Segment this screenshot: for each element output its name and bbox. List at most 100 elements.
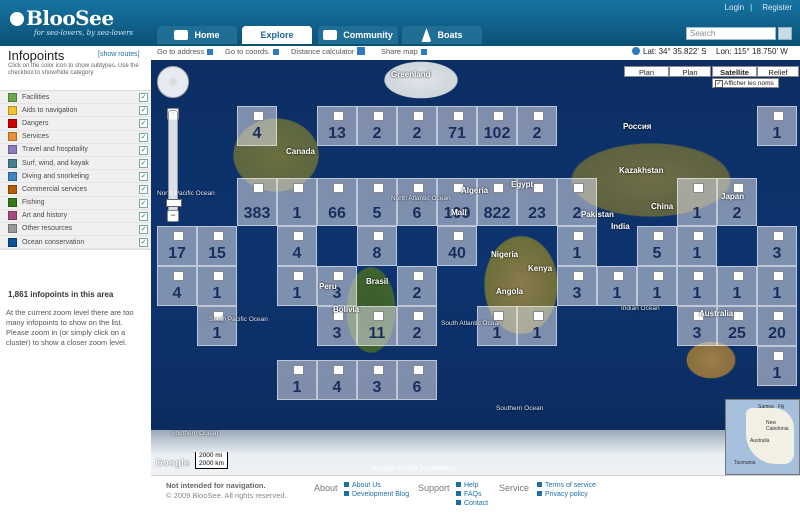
infopoint-cluster[interactable]: 4 xyxy=(277,226,317,266)
category-checkbox[interactable]: ✓ xyxy=(139,185,148,195)
infopoint-cluster[interactable]: 1 xyxy=(757,266,797,306)
show-routes-link[interactable]: [show routes] xyxy=(98,51,140,58)
category-row[interactable]: Dangers ✓ xyxy=(0,117,151,131)
overview-map[interactable]: Samoa Fiji New Caledonia Australia Tasma… xyxy=(725,399,800,475)
category-checkbox[interactable]: ✓ xyxy=(139,132,148,142)
category-color-icon[interactable] xyxy=(8,184,17,194)
category-row[interactable]: Other resources ✓ xyxy=(0,223,151,237)
help-link[interactable]: Help xyxy=(456,482,478,489)
infopoint-cluster[interactable]: 1 xyxy=(677,226,717,266)
infopoint-cluster[interactable]: 1 xyxy=(277,360,317,400)
search-input[interactable]: Search xyxy=(686,27,776,40)
category-checkbox[interactable]: ✓ xyxy=(139,172,148,182)
category-row[interactable]: Commercial services ✓ xyxy=(0,183,151,197)
infopoint-cluster[interactable]: 5 xyxy=(637,226,677,266)
register-link[interactable]: Register xyxy=(762,3,792,12)
category-color-icon[interactable] xyxy=(8,132,17,142)
world-map[interactable]: 4 13 2 2 71 102 2 1 383 1 66 5 6 109 822 23 2 1 2 17 15 4 8 40 1… xyxy=(151,60,800,475)
infopoint-cluster[interactable]: 17 xyxy=(157,226,197,266)
infopoint-cluster[interactable]: 4 xyxy=(157,266,197,306)
category-checkbox[interactable]: ✓ xyxy=(139,198,148,208)
faqs-link[interactable]: FAQs xyxy=(456,491,482,498)
category-row[interactable]: Fishing ✓ xyxy=(0,197,151,210)
category-checkbox[interactable]: ✓ xyxy=(139,93,148,102)
infopoint-cluster[interactable]: 8 xyxy=(357,226,397,266)
category-checkbox[interactable]: ✓ xyxy=(139,238,148,248)
dev-blog-link[interactable]: Development Blog xyxy=(344,491,409,498)
infopoint-cluster[interactable]: 1 xyxy=(757,106,797,146)
infopoint-cluster[interactable]: 1 xyxy=(197,266,237,306)
infopoint-cluster[interactable]: 383 xyxy=(237,178,277,226)
category-color-icon[interactable] xyxy=(8,145,17,155)
tab-explore[interactable]: Explore xyxy=(242,26,312,44)
infopoint-cluster[interactable]: 102 xyxy=(477,106,517,146)
category-checkbox[interactable]: ✓ xyxy=(139,224,148,234)
zoom-slider[interactable] xyxy=(166,110,182,218)
category-row[interactable]: Services ✓ xyxy=(0,131,151,144)
category-checkbox[interactable]: ✓ xyxy=(139,211,148,221)
infopoint-cluster[interactable]: 11 xyxy=(357,306,397,346)
infopoint-cluster[interactable]: 1 xyxy=(597,266,637,306)
infopoint-cluster[interactable]: 1 xyxy=(757,346,797,386)
category-color-icon[interactable] xyxy=(8,198,17,208)
infopoint-cluster[interactable]: 4 xyxy=(237,106,277,146)
login-link[interactable]: Login xyxy=(725,3,745,12)
category-row[interactable]: Ocean conservation ✓ xyxy=(0,236,151,250)
goto-address-dropdown[interactable]: Go to address xyxy=(157,47,214,56)
maptype-plan-2[interactable]: Plan xyxy=(669,66,711,77)
infopoint-cluster[interactable]: 1 xyxy=(277,178,317,226)
category-checkbox[interactable]: ✓ xyxy=(139,119,148,129)
infopoint-cluster[interactable]: 6 xyxy=(397,360,437,400)
tab-community[interactable]: Community xyxy=(318,26,398,44)
category-color-icon[interactable] xyxy=(8,92,17,102)
infopoint-cluster[interactable]: 66 xyxy=(317,178,357,226)
infopoint-cluster[interactable]: 2 xyxy=(397,306,437,346)
infopoint-cluster[interactable]: 15 xyxy=(197,226,237,266)
infopoint-cluster[interactable]: 6 xyxy=(397,178,437,226)
category-row[interactable]: Facilities ✓ xyxy=(0,91,151,105)
infopoint-cluster[interactable]: 71 xyxy=(437,106,477,146)
category-row[interactable]: Aids to navigation ✓ xyxy=(0,104,151,118)
about-us-link[interactable]: About Us xyxy=(344,482,381,489)
infopoint-cluster[interactable]: 40 xyxy=(437,226,477,266)
category-color-icon[interactable] xyxy=(8,105,17,115)
goto-coords-dropdown[interactable]: Go to coords. xyxy=(225,47,280,56)
zoom-slider-knob[interactable] xyxy=(166,199,182,207)
category-color-icon[interactable] xyxy=(8,224,17,234)
infopoint-cluster[interactable]: 2 xyxy=(397,266,437,306)
infopoint-cluster[interactable]: 2 xyxy=(517,106,557,146)
infopoint-cluster[interactable]: 3 xyxy=(557,266,597,306)
infopoint-cluster[interactable]: 3 xyxy=(357,360,397,400)
category-checkbox[interactable]: ✓ xyxy=(139,158,148,168)
distance-calculator-button[interactable]: Distance calculator xyxy=(291,47,366,56)
share-map-dropdown[interactable]: Share map xyxy=(381,47,427,56)
infopoint-cluster[interactable]: 1 xyxy=(197,306,237,346)
category-color-icon[interactable] xyxy=(8,171,17,181)
infopoint-cluster[interactable]: 20 xyxy=(757,306,797,346)
infopoint-cluster[interactable]: 1 xyxy=(717,266,757,306)
tab-home[interactable]: Home xyxy=(157,26,237,44)
maptype-plan-1[interactable]: Plan xyxy=(624,66,669,77)
infopoint-cluster[interactable]: 2 xyxy=(357,106,397,146)
zoom-out-button[interactable]: − xyxy=(167,210,179,222)
search-button[interactable] xyxy=(778,27,792,40)
maptype-satellite[interactable]: Satellite xyxy=(712,66,757,77)
pan-control[interactable] xyxy=(157,66,189,98)
category-color-icon[interactable] xyxy=(8,237,17,247)
category-color-icon[interactable] xyxy=(8,158,17,168)
category-row[interactable]: Travel and hospitality ✓ xyxy=(0,144,151,157)
infopoint-cluster[interactable]: 1 xyxy=(517,306,557,346)
infopoint-cluster[interactable]: 5 xyxy=(357,178,397,226)
category-row[interactable]: Surf, wind, and kayak ✓ xyxy=(0,157,151,171)
category-color-icon[interactable] xyxy=(8,118,17,128)
infopoint-cluster[interactable]: 3 xyxy=(757,226,797,266)
maptype-relief[interactable]: Relief xyxy=(757,66,799,77)
infopoint-cluster[interactable]: 1 xyxy=(557,226,597,266)
contact-link[interactable]: Contact xyxy=(456,500,488,507)
category-color-icon[interactable] xyxy=(8,211,17,221)
privacy-link[interactable]: Privacy policy xyxy=(537,491,588,498)
category-row[interactable]: Diving and snorkeling ✓ xyxy=(0,170,151,184)
infopoint-cluster[interactable]: 1 xyxy=(637,266,677,306)
infopoint-cluster[interactable]: 2 xyxy=(397,106,437,146)
infopoint-cluster[interactable]: 1 xyxy=(277,266,317,306)
